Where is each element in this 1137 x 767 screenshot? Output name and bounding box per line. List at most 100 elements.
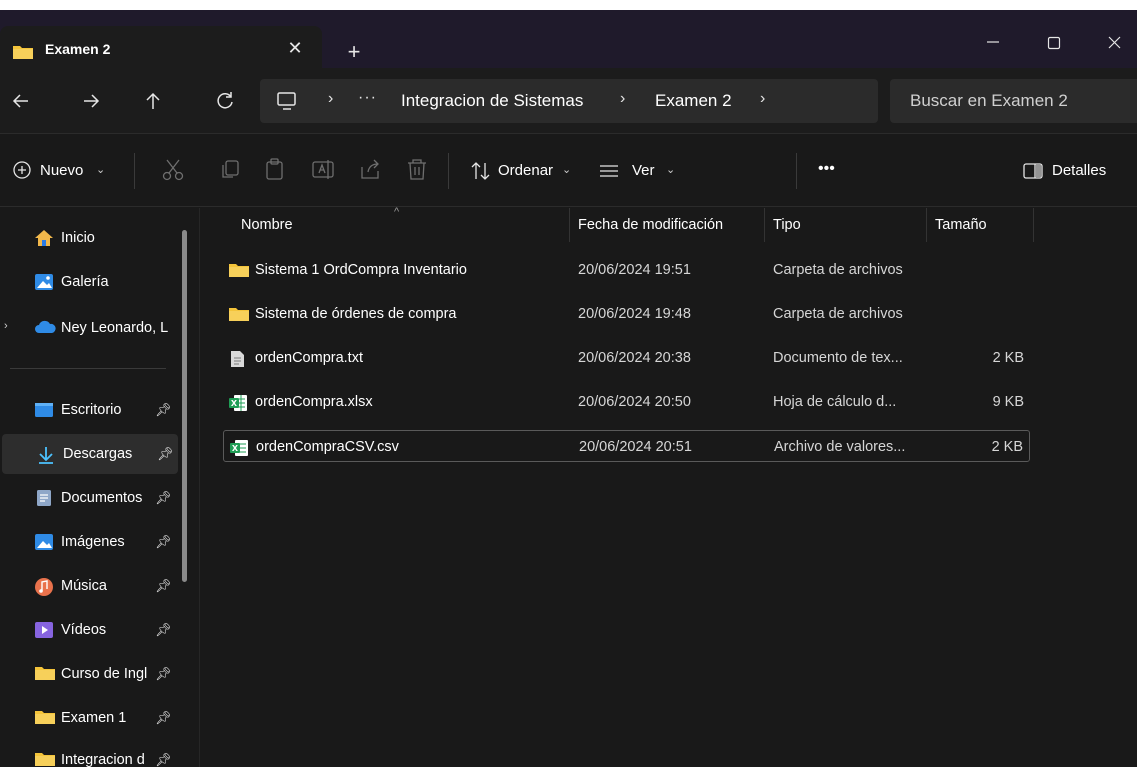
view-list-icon	[600, 165, 618, 177]
paste-button[interactable]	[262, 157, 288, 185]
table-row[interactable]: Sistema de órdenes de compra 20/06/2024 …	[223, 298, 1030, 330]
divider	[10, 368, 166, 369]
sidebar-item-onedrive[interactable]: Ney Leonardo, L	[0, 308, 176, 348]
details-button[interactable]: Detalles	[1022, 157, 1132, 185]
trash-icon	[408, 159, 426, 180]
cut-button[interactable]	[160, 157, 186, 185]
file-size: 2 KB	[991, 439, 1023, 455]
file-name: ordenCompraCSV.csv	[256, 439, 399, 455]
sidebar-item-escritorio[interactable]: Escritorio 📌︎	[0, 390, 176, 430]
sidebar-item-integracion[interactable]: Integracion d 📌︎	[0, 740, 176, 767]
minimize-button[interactable]	[970, 28, 1016, 60]
column-header-size[interactable]: Tamaño	[935, 217, 987, 233]
arrow-right-icon	[84, 94, 100, 108]
pin-icon[interactable]: 📌︎	[155, 578, 172, 594]
new-tab-button[interactable]: +	[340, 40, 368, 68]
chevron-right-icon: ›	[620, 90, 626, 107]
pin-icon[interactable]: 📌︎	[155, 752, 172, 767]
view-button[interactable]: Ver ⌄	[598, 157, 678, 185]
breadcrumb-item-integracion[interactable]: Integracion de Sistemas	[401, 91, 583, 111]
computer-icon[interactable]	[276, 90, 298, 115]
scissors-icon	[162, 159, 184, 181]
home-icon	[34, 229, 54, 250]
folder-icon	[34, 709, 56, 728]
copy-icon	[222, 160, 239, 178]
refresh-button[interactable]	[210, 86, 240, 116]
download-icon	[36, 445, 56, 468]
title-bar: Examen 2 ✕ +	[0, 0, 1137, 78]
table-row[interactable]: ordenCompra.txt 20/06/2024 20:38 Documen…	[223, 342, 1030, 374]
sidebar-item-label: Inicio	[61, 230, 95, 246]
file-list: ^ Nombre Fecha de modificación Tipo Tama…	[201, 206, 1137, 767]
tab-title: Examen 2	[45, 41, 111, 57]
sidebar-item-galeria[interactable]: Galería	[0, 262, 176, 302]
share-button[interactable]	[358, 157, 384, 185]
column-header-name[interactable]: Nombre	[241, 217, 293, 233]
up-button[interactable]	[138, 86, 168, 116]
forward-button[interactable]	[76, 86, 106, 116]
column-header-row: ^ Nombre Fecha de modificación Tipo Tama…	[201, 206, 1137, 242]
pin-icon[interactable]: 📌︎	[155, 622, 172, 638]
file-type: Carpeta de archivos	[773, 306, 903, 322]
divider	[796, 153, 797, 189]
close-window-button[interactable]	[1091, 28, 1137, 60]
more-options-icon: •••	[818, 160, 835, 177]
column-divider[interactable]	[1033, 208, 1034, 242]
arrow-left-icon	[12, 94, 28, 108]
pin-icon[interactable]: 📌︎	[155, 534, 172, 550]
table-row[interactable]: X ordenCompraCSV.csv 20/06/2024 20:51 Ar…	[223, 430, 1030, 462]
sort-ascending-icon: ^	[394, 206, 400, 218]
sort-icon	[471, 162, 490, 180]
pin-icon[interactable]: 📌︎	[157, 446, 174, 462]
column-divider[interactable]	[569, 208, 570, 242]
file-size: 2 KB	[992, 350, 1024, 366]
folder-icon	[228, 262, 250, 281]
new-button[interactable]: Nuevo ⌄	[12, 157, 132, 185]
maximize-button[interactable]	[1031, 28, 1077, 60]
sidebar-item-imagenes[interactable]: Imágenes 📌︎	[0, 522, 176, 562]
chevron-down-icon: ⌄	[562, 164, 572, 176]
folder-icon	[34, 665, 56, 684]
breadcrumb-item-examen-2[interactable]: Examen 2	[655, 91, 732, 111]
details-button-label: Detalles	[1052, 162, 1107, 179]
sidebar-item-musica[interactable]: Música 📌︎	[0, 566, 176, 606]
sidebar-item-videos[interactable]: Vídeos 📌︎	[0, 610, 176, 650]
tab-close-button[interactable]: ✕	[282, 36, 308, 62]
file-date: 20/06/2024 19:51	[578, 262, 691, 278]
pin-icon[interactable]: 📌︎	[155, 710, 172, 726]
column-divider[interactable]	[764, 208, 765, 242]
rename-button[interactable]	[310, 157, 336, 185]
chevron-right-icon: ›	[328, 90, 334, 107]
table-row[interactable]: X ordenCompra.xlsx 20/06/2024 20:50 Hoja…	[223, 386, 1030, 418]
file-name: Sistema de órdenes de compra	[255, 306, 457, 322]
column-divider[interactable]	[926, 208, 927, 242]
sort-button[interactable]: Ordenar ⌄	[470, 157, 572, 185]
breadcrumb-more-button[interactable]: ···	[358, 89, 377, 107]
csv-file-icon: X	[229, 439, 249, 460]
delete-button[interactable]	[404, 157, 430, 185]
column-header-type[interactable]: Tipo	[773, 217, 801, 233]
sidebar-item-examen-1[interactable]: Examen 1 📌︎	[0, 698, 176, 738]
chevron-right-icon[interactable]: ›	[760, 90, 765, 108]
column-header-date[interactable]: Fecha de modificación	[578, 217, 723, 233]
sidebar-item-documentos[interactable]: Documentos 📌︎	[0, 478, 176, 518]
back-button[interactable]	[6, 86, 36, 116]
sidebar-item-inicio[interactable]: Inicio	[0, 218, 176, 258]
navigation-pane: Inicio Galería › Ney Leonardo, L Escrito…	[0, 208, 200, 767]
breadcrumb[interactable]: › ··· Integracion de Sistemas › Examen 2…	[260, 79, 878, 123]
sidebar-scrollbar[interactable]	[182, 230, 187, 582]
table-row[interactable]: Sistema 1 OrdCompra Inventario 20/06/202…	[223, 254, 1030, 286]
command-bar: Nuevo ⌄ Ordenar ⌄ Ver ⌄ ••• Detalles	[0, 135, 1137, 207]
clipboard-icon	[266, 158, 283, 180]
pin-icon[interactable]: 📌︎	[155, 402, 172, 418]
search-input[interactable]: Buscar en Examen 2	[890, 79, 1137, 123]
copy-button[interactable]	[218, 157, 244, 185]
file-name: Sistema 1 OrdCompra Inventario	[255, 262, 467, 278]
sidebar-item-descargas[interactable]: Descargas 📌︎	[2, 434, 178, 474]
more-options-button[interactable]: •••	[818, 157, 848, 185]
sidebar-item-curso-de-ingles[interactable]: Curso de Ingl 📌︎	[0, 654, 176, 694]
file-date: 20/06/2024 20:50	[578, 394, 691, 410]
pin-icon[interactable]: 📌︎	[155, 666, 172, 682]
file-name: ordenCompra.txt	[255, 350, 363, 366]
pin-icon[interactable]: 📌︎	[155, 490, 172, 506]
